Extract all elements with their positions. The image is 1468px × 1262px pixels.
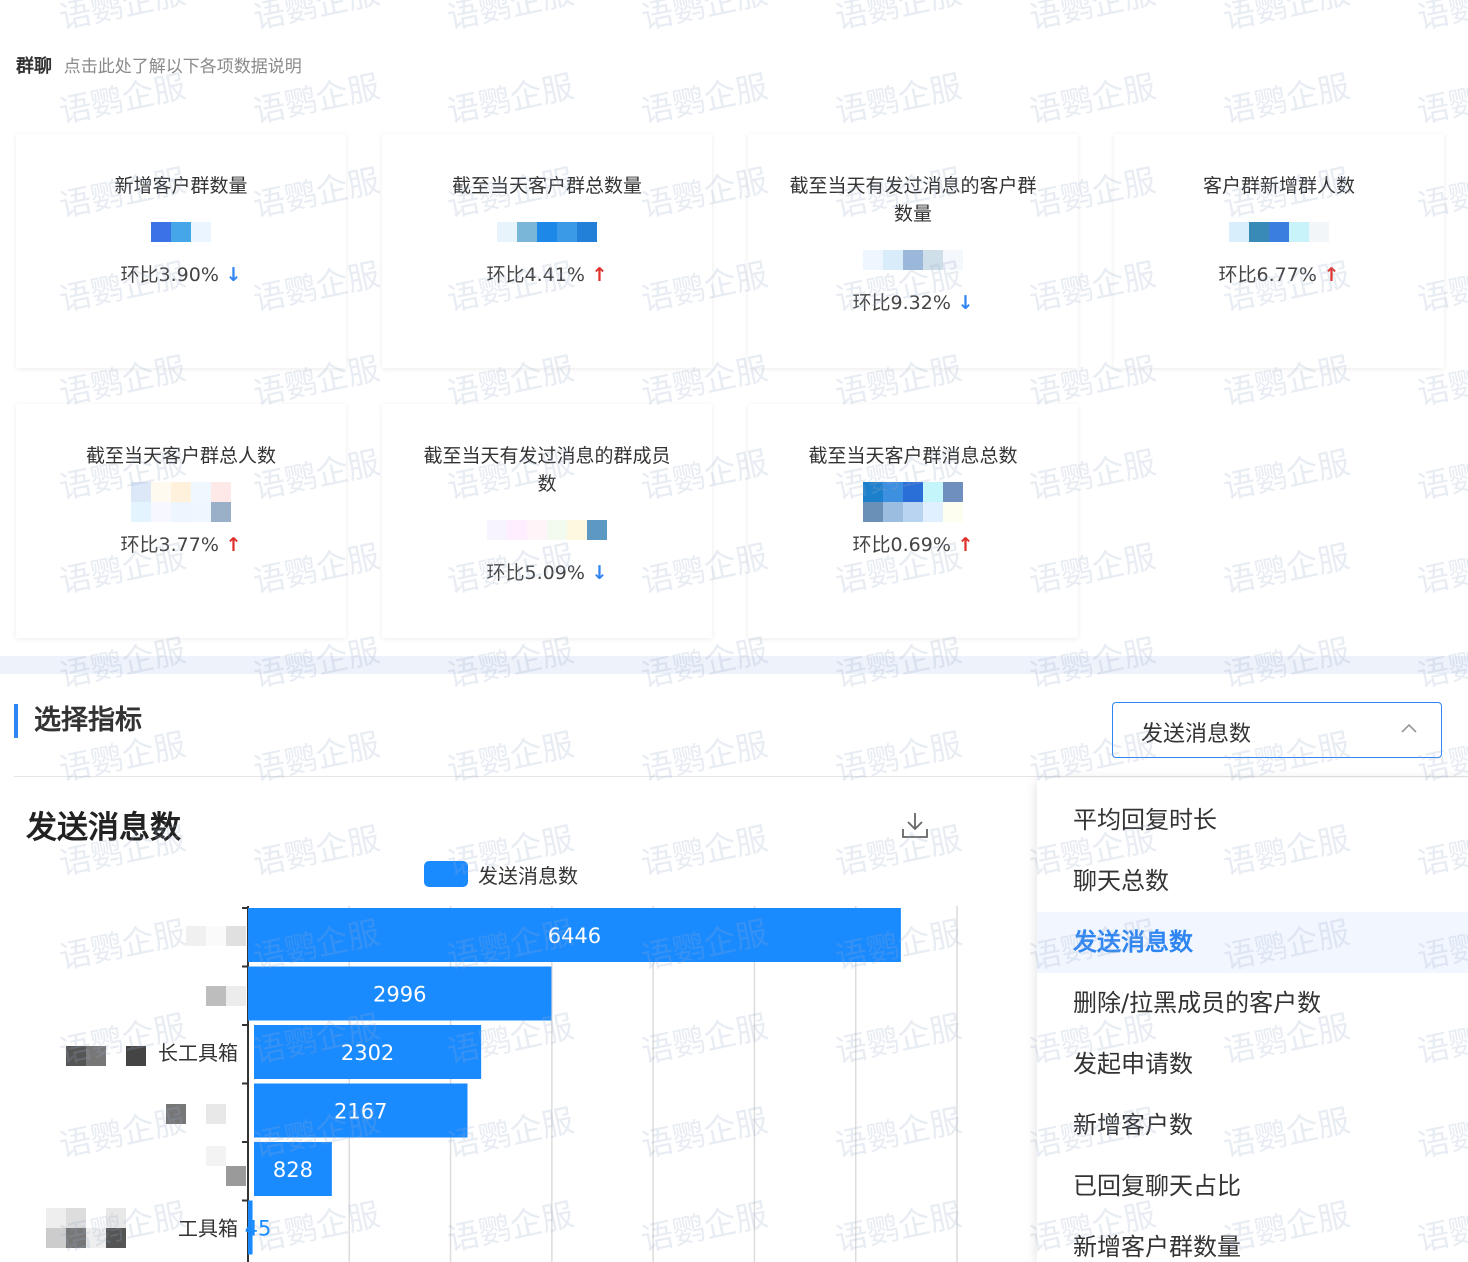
blurred-category xyxy=(66,1046,146,1066)
blurred-category xyxy=(166,1104,226,1124)
bar-value-label: 45 xyxy=(245,1217,272,1241)
dropdown-option[interactable]: 发起申请数 xyxy=(1037,1034,1468,1095)
bar-value-label: 2302 xyxy=(341,1041,394,1065)
arrow-up-icon: ↑ xyxy=(1316,264,1340,286)
kpi-card: 客户群新增群人数环比6.77% ↑ xyxy=(1114,134,1444,368)
blurred-category xyxy=(206,1146,246,1186)
watermark-text: 语鹦企服 xyxy=(1413,0,1468,37)
kpi-label: 客户群新增群人数 xyxy=(1202,175,1355,197)
dropdown-option[interactable]: 平均回复时长 xyxy=(1037,790,1468,851)
watermark-text: 语鹦企服 xyxy=(1219,0,1353,37)
kpi-value-blurred xyxy=(1229,212,1329,252)
watermark-text: 语鹦企服 xyxy=(1219,443,1353,507)
dropdown-option[interactable]: 新增客户数 xyxy=(1037,1095,1468,1156)
dropdown-option[interactable]: 聊天总数 xyxy=(1037,851,1468,912)
chevron-up-icon xyxy=(1401,723,1417,733)
dropdown-option[interactable]: 已回复聊天占比 xyxy=(1037,1156,1468,1217)
bar-value-label: 828 xyxy=(273,1158,313,1182)
dropdown-option[interactable]: 发送消息数 xyxy=(1037,912,1468,973)
blurred-category xyxy=(46,1208,126,1248)
watermark-text: 语鹦企服 xyxy=(1219,67,1353,131)
blurred-category xyxy=(186,926,246,946)
category-label: 工具箱 xyxy=(178,1217,238,1241)
metric-select-value: 发送消息数 xyxy=(1141,722,1252,747)
dropdown-option[interactable]: 删除/拉黑成员的客户数 xyxy=(1037,973,1468,1034)
bar-chart: 6446 2996 2302 长工具箱 2167 828 45 工具箱 xyxy=(158,906,958,1262)
kpi-ratio-text: 环比6.77% xyxy=(1218,264,1317,286)
watermark-text: 语鹦企服 xyxy=(1413,537,1468,601)
metric-dropdown: 平均回复时长 聊天总数 发送消息数 删除/拉黑成员的客户数 发起申请数 新增客户数 已回复聊… xyxy=(1037,778,1468,1262)
category-label: 长工具箱 xyxy=(158,1041,238,1065)
kpi-ratio: 环比6.77% ↑ xyxy=(1114,260,1444,287)
watermark-text: 语鹦企服 xyxy=(1413,67,1468,131)
bar-value-label: 2167 xyxy=(334,1100,387,1124)
bar-value-label: 6446 xyxy=(548,924,601,948)
bar-value-label: 2996 xyxy=(373,983,426,1007)
watermark-text: 语鹦企服 xyxy=(1025,0,1159,37)
blurred-category xyxy=(206,986,246,1006)
watermark-text: 语鹦企服 xyxy=(1413,443,1468,507)
watermark-text: 语鹦企服 xyxy=(1219,537,1353,601)
watermark-text: 语鹦企服 xyxy=(1025,67,1159,131)
dropdown-option[interactable]: 新增客户群数量 xyxy=(1037,1217,1468,1262)
metric-select[interactable]: 发送消息数 xyxy=(1112,702,1442,758)
